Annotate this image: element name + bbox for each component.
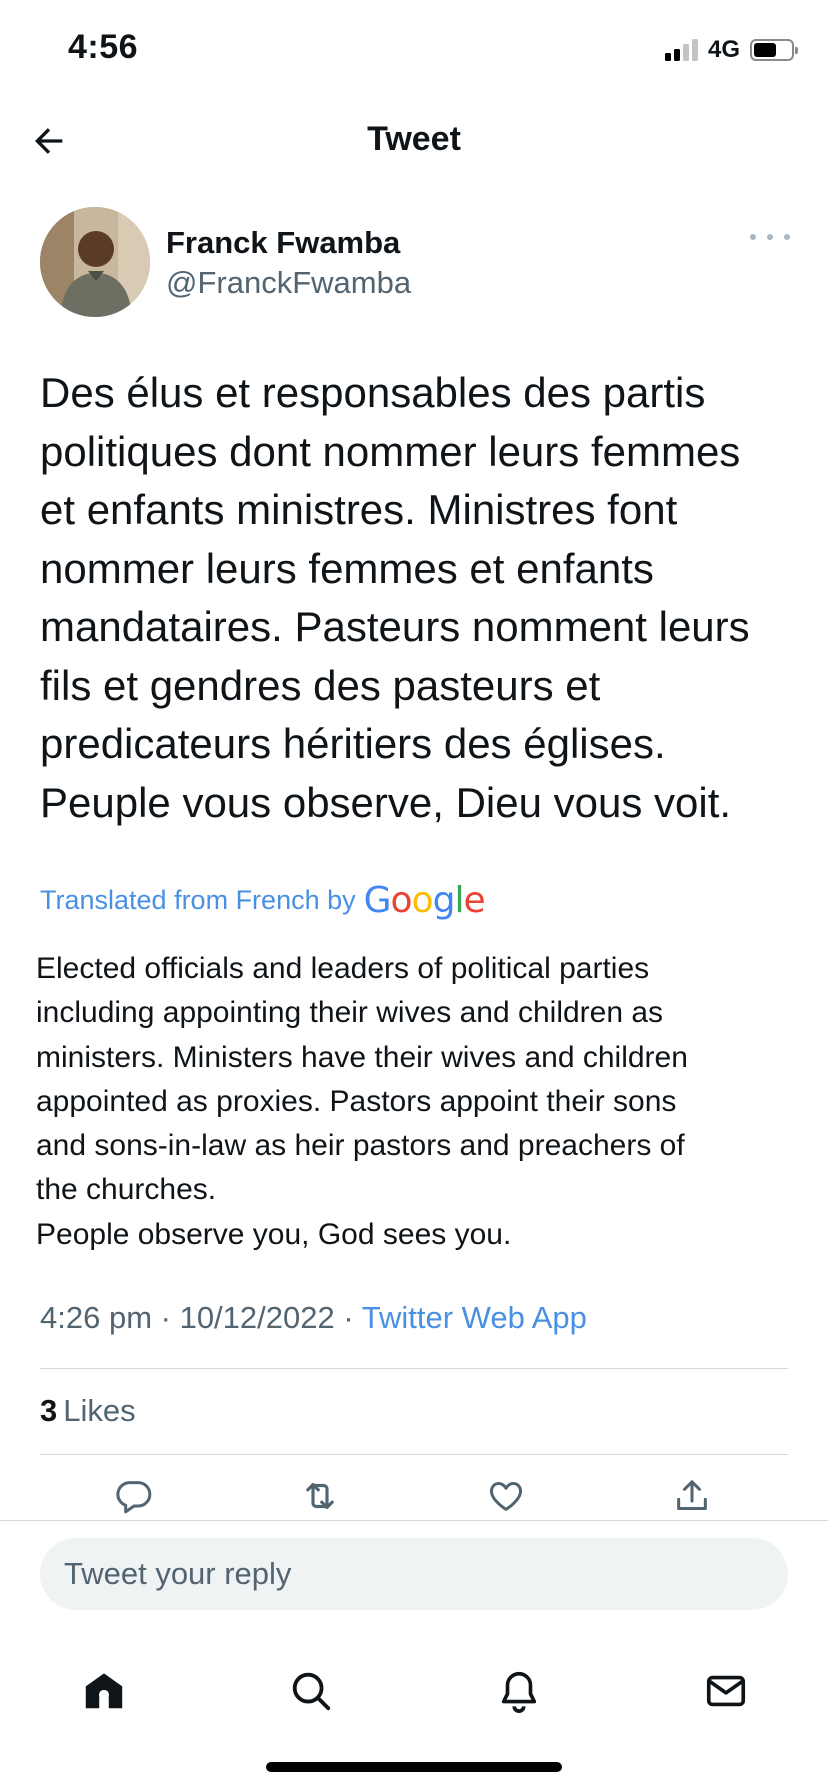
tab-search[interactable] (286, 1666, 336, 1716)
more-horizontal-icon (750, 234, 756, 240)
reply-button[interactable] (112, 1474, 156, 1518)
tab-bar (0, 1658, 828, 1728)
translation-line: appointed as proxies. Pastors appoint th… (36, 1084, 677, 1118)
translation-line: Elected officials and leaders of politic… (36, 952, 650, 985)
translation-line: ministers. Ministers have their wives an… (36, 1040, 688, 1074)
header: Tweet (0, 100, 828, 180)
meta-separator: · (343, 1300, 362, 1335)
share-button[interactable] (670, 1474, 714, 1518)
divider (40, 1454, 788, 1455)
translation-line: People observe you, God sees you. (36, 1217, 512, 1251)
status-bar: 4:56 4G (0, 0, 828, 100)
retweet-icon (306, 1483, 334, 1509)
tab-home[interactable] (79, 1666, 129, 1716)
tweet-source-link[interactable]: Twitter Web App (362, 1300, 587, 1335)
likes-label: Likes (63, 1393, 136, 1428)
meta-separator: · (160, 1300, 180, 1335)
mail-icon (706, 1675, 746, 1707)
divider (40, 1368, 788, 1369)
tweet-text-line: fils et gendres des pasteurs et (40, 661, 601, 709)
avatar-photo (40, 207, 150, 317)
author-handle[interactable]: @FranckFwamba (166, 265, 411, 301)
page-title: Tweet (367, 120, 461, 158)
tweet-text-line: Peuple vous observe, Dieu vous voit. (40, 778, 732, 826)
home-icon (85, 1673, 123, 1709)
status-time: 4:56 (68, 28, 139, 66)
retweet-button[interactable] (298, 1474, 342, 1518)
google-logo: Google (363, 880, 486, 921)
tweet-text-line: et enfants ministres. Ministres font (40, 486, 678, 533)
avatar[interactable] (40, 207, 150, 317)
bottom-panel (0, 1520, 828, 1792)
status-indicators: 4G (664, 36, 798, 64)
tweet-text-line: politiques dont nommer leurs femmes (40, 427, 741, 475)
tweet-text-line: Des élus et responsables des partis (40, 369, 706, 416)
battery-icon (750, 39, 798, 61)
tweet-text-line: mandataires. Pasteurs nomment leurs (40, 603, 750, 650)
heart-icon (489, 1482, 523, 1511)
bell-icon (501, 1671, 537, 1713)
tweet-translation: Elected officials and leaders of politic… (36, 947, 796, 1257)
network-label: 4G (707, 36, 740, 63)
translation-line: the churches. (36, 1173, 217, 1207)
share-icon (677, 1480, 707, 1510)
more-options-button[interactable] (750, 227, 790, 247)
signal-icon (664, 39, 698, 61)
translation-attribution[interactable]: Translated from French by Google (40, 880, 486, 921)
tweet-text: Des élus et responsables des partis poli… (40, 364, 800, 832)
tab-messages[interactable] (701, 1666, 751, 1716)
tweet-actions (0, 1474, 828, 1520)
tweet-time: 4:26 pm (40, 1300, 153, 1335)
search-icon (292, 1672, 331, 1711)
reply-input[interactable] (40, 1538, 788, 1610)
likes-count[interactable]: 3 Likes (40, 1393, 136, 1429)
translation-line: and sons-in-law as heir pastors and prea… (36, 1129, 685, 1163)
like-button[interactable] (484, 1474, 528, 1518)
tweet-text-line: predicateurs héritiers des églises. (40, 720, 666, 767)
home-indicator (266, 1762, 562, 1772)
tweet-author: Franck Fwamba @FranckFwamba (40, 207, 790, 321)
author-name[interactable]: Franck Fwamba (166, 225, 400, 261)
translation-line: including appointing their wives and chi… (36, 996, 664, 1030)
tweet-text-line: nommer leurs femmes et enfants (40, 544, 654, 592)
likes-number: 3 (40, 1393, 58, 1428)
reply-icon (116, 1481, 152, 1514)
tweet-meta: 4:26 pm · 10/12/2022 · Twitter Web App (40, 1300, 587, 1336)
tab-notifications[interactable] (494, 1666, 544, 1716)
translated-label: Translated from French by (40, 885, 356, 915)
tweet-date: 10/12/2022 (179, 1300, 335, 1335)
